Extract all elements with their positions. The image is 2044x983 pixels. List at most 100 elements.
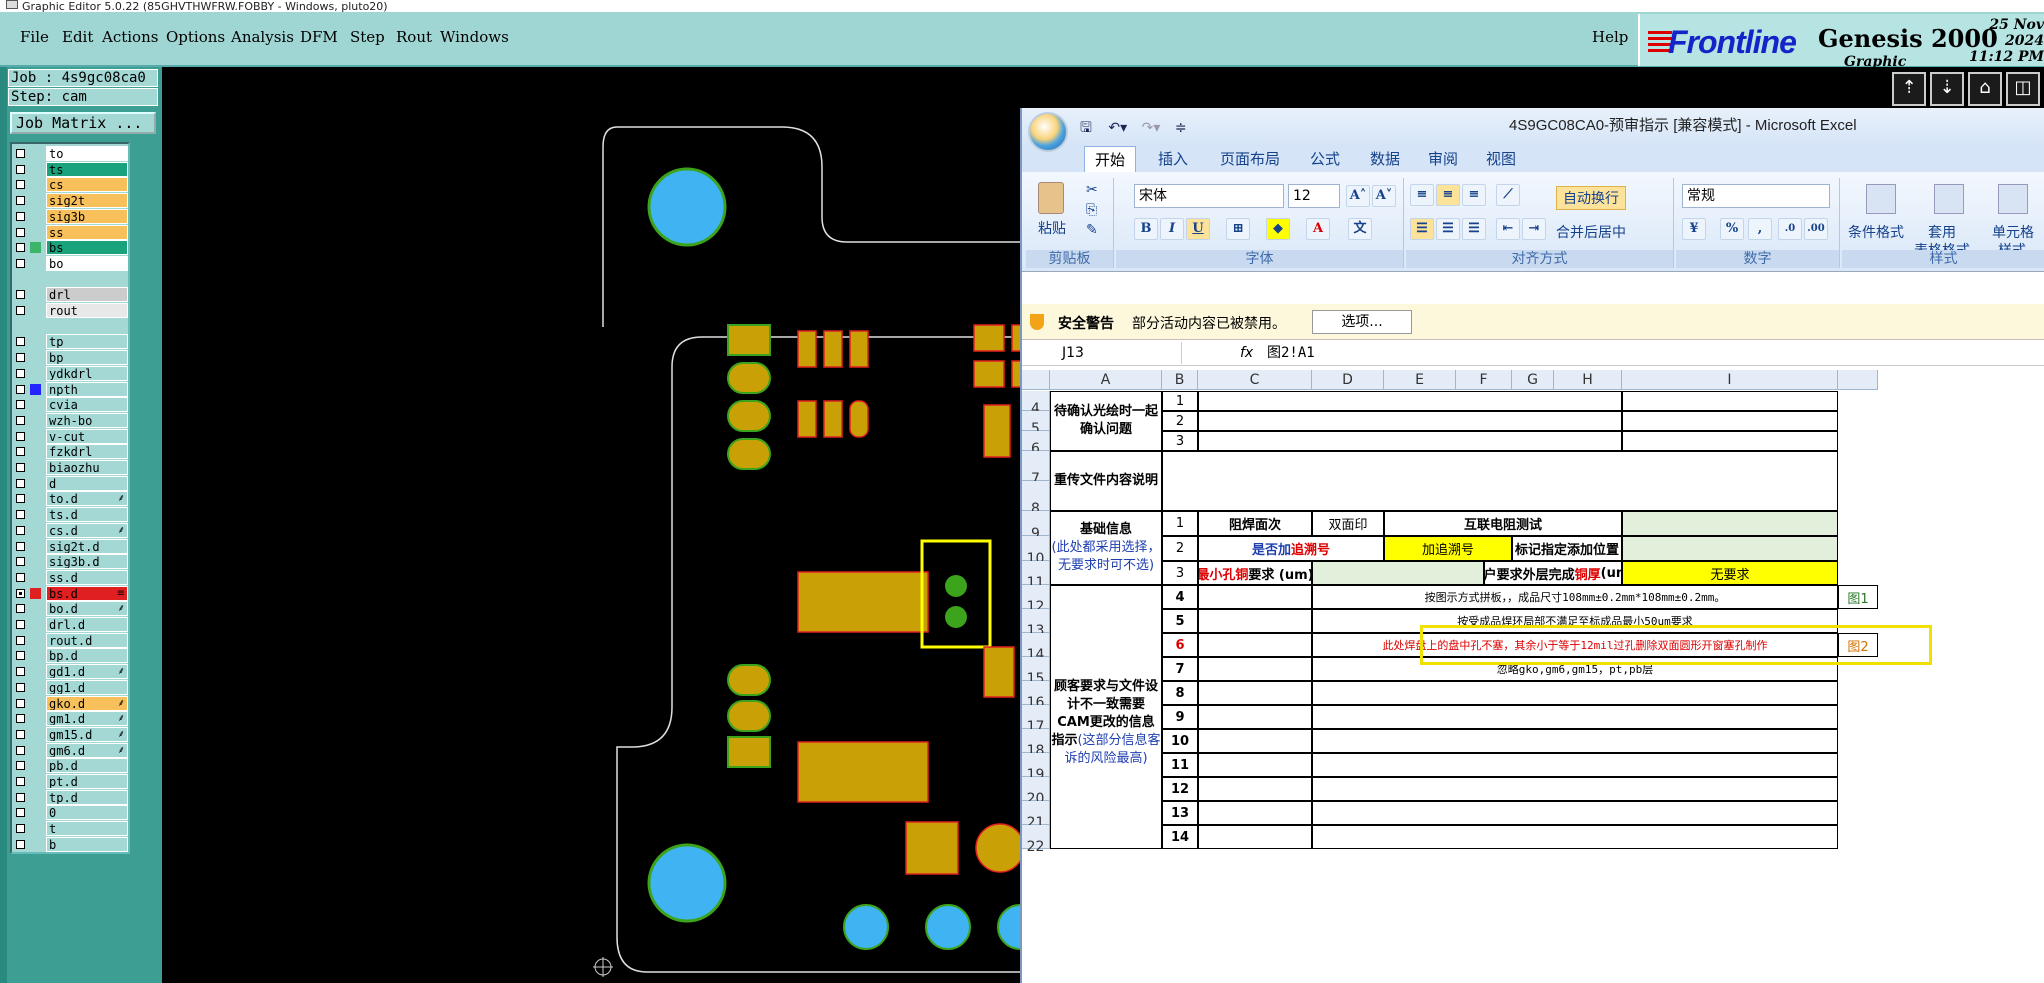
menu-options[interactable]: Options	[166, 28, 225, 46]
cell-style-line1[interactable]: 单元格	[1992, 222, 2034, 242]
layer-checkbox[interactable]	[16, 447, 25, 457]
tab-view[interactable]: 视图	[1476, 146, 1526, 172]
comma-icon[interactable]: ,	[1748, 218, 1772, 240]
impedance-test-value[interactable]	[1622, 511, 1838, 536]
layer-checkbox[interactable]	[16, 729, 25, 739]
redo-icon[interactable]: ↷▾	[1142, 120, 1161, 136]
layer-name[interactable]: sig3b.d	[46, 554, 128, 570]
align-left-icon[interactable]: ☰	[1410, 218, 1434, 240]
solder-side-value[interactable]: 双面印	[1312, 511, 1384, 536]
layer-checkbox[interactable]	[16, 243, 25, 253]
font-size-select[interactable]: 12	[1288, 184, 1340, 208]
layer-checkbox[interactable]	[16, 290, 25, 300]
layer-row[interactable]: cs	[14, 177, 129, 193]
grow-font-icon[interactable]: A˄	[1346, 185, 1370, 207]
layer-checkbox[interactable]	[16, 604, 25, 614]
layer-row[interactable]: cvia	[14, 397, 129, 413]
menu-actions[interactable]: Actions	[102, 28, 158, 46]
layer-name[interactable]: bp.d	[46, 648, 128, 664]
row-header[interactable]: 8	[1022, 481, 1050, 517]
bold-button[interactable]: B	[1134, 218, 1158, 240]
column-header-B[interactable]: B	[1162, 370, 1198, 390]
layer-row[interactable]: gm15.d ⸙	[14, 726, 129, 742]
row-header[interactable]: 15	[1022, 657, 1050, 687]
row-header[interactable]: 18	[1022, 729, 1050, 759]
column-header-J[interactable]	[1838, 370, 1878, 390]
layer-name[interactable]: ss	[46, 224, 128, 240]
layer-row[interactable]: 0	[14, 805, 129, 821]
menu-analysis[interactable]: Analysis	[231, 28, 294, 46]
layer-row[interactable]: to	[14, 146, 129, 161]
layer-row[interactable]: sig3b	[14, 208, 129, 224]
layer-name[interactable]: ts.d	[46, 507, 128, 523]
confirm-cell[interactable]	[1198, 391, 1622, 411]
fill-color-icon[interactable]: ◆	[1266, 218, 1290, 240]
layer-checkbox[interactable]	[16, 227, 25, 237]
layer-row[interactable]: bp	[14, 350, 129, 366]
layer-name[interactable]: d	[46, 475, 128, 491]
column-header-E[interactable]: E	[1384, 370, 1456, 390]
row-header[interactable]: 19	[1022, 753, 1050, 783]
layer-name[interactable]: cvia	[46, 397, 128, 413]
align-right-icon[interactable]: ☰	[1462, 218, 1486, 240]
layer-checkbox[interactable]	[16, 384, 25, 394]
layer-name[interactable]: to	[46, 146, 128, 161]
menu-step[interactable]: Step	[350, 28, 385, 46]
orientation-icon[interactable]: ⟋	[1496, 184, 1520, 206]
layer-row[interactable]: ss	[14, 224, 129, 240]
confirm-cell[interactable]	[1198, 431, 1622, 451]
import-icon[interactable]: ⇣	[1930, 72, 1964, 106]
row-header[interactable]: 10	[1022, 536, 1050, 567]
increase-decimal-icon[interactable]: .0	[1778, 218, 1802, 240]
layer-checkbox[interactable]	[16, 353, 25, 363]
layer-row[interactable]: ts	[14, 161, 129, 177]
indent-increase-icon[interactable]: ⇥	[1522, 218, 1546, 240]
layer-checkbox[interactable]	[16, 258, 25, 268]
job-matrix-button[interactable]: Job Matrix ...	[10, 112, 156, 134]
instruction-cell[interactable]	[1312, 825, 1838, 849]
align-middle-icon[interactable]: ≡	[1436, 184, 1460, 206]
row-header[interactable]: 12	[1022, 585, 1050, 615]
layer-row[interactable]: bs	[14, 240, 129, 256]
layer-checkbox[interactable]	[16, 541, 25, 551]
layer-name[interactable]: 0	[46, 805, 128, 821]
layer-row[interactable]: to.d ⸙	[14, 491, 129, 507]
row-header[interactable]: 14	[1022, 633, 1050, 663]
layer-name[interactable]: b	[46, 836, 128, 852]
name-box[interactable]: J13	[1022, 342, 1182, 364]
layer-name[interactable]: biaozhu	[46, 460, 128, 475]
layer-name[interactable]: ts	[46, 161, 128, 177]
layer-checkbox[interactable]	[16, 651, 25, 661]
confirm-cell-i[interactable]	[1622, 411, 1838, 431]
layer-checkbox[interactable]	[16, 400, 25, 410]
layer-row[interactable]: gd1.d ⸙	[14, 664, 129, 680]
layer-checkbox[interactable]	[16, 777, 25, 786]
align-top-icon[interactable]: ≡	[1410, 184, 1434, 206]
layer-checkbox[interactable]	[16, 557, 25, 567]
layer-checkbox[interactable]	[16, 431, 25, 441]
layer-name[interactable]: gm1.d ⸙	[46, 711, 128, 727]
menu-file[interactable]: File	[20, 28, 49, 46]
layer-checkbox[interactable]	[16, 682, 25, 692]
paste-icon[interactable]	[1038, 182, 1064, 214]
layer-name[interactable]: gg1.d	[46, 679, 128, 695]
layer-checkbox[interactable]	[16, 196, 25, 206]
layer-row[interactable]: ts.d	[14, 507, 129, 523]
row-header[interactable]: 20	[1022, 777, 1050, 807]
outer-copper-value[interactable]: 无要求	[1622, 561, 1838, 585]
item-blank-cell[interactable]	[1198, 657, 1312, 681]
layer-name[interactable]: bs	[46, 240, 128, 256]
undo-icon[interactable]: ↶▾	[1108, 120, 1127, 136]
layer-name[interactable]: rout.d	[46, 632, 128, 648]
layer-name[interactable]: t	[46, 821, 128, 837]
confirm-cell-i[interactable]	[1622, 431, 1838, 451]
cut-icon[interactable]: ✂	[1086, 182, 1098, 198]
layer-name[interactable]: drl	[46, 287, 128, 303]
layer-row[interactable]: d	[14, 475, 129, 491]
resend-content-cell[interactable]	[1162, 451, 1838, 511]
layer-name[interactable]: bs.d ≡	[46, 585, 128, 601]
row-header[interactable]: 16	[1022, 681, 1050, 711]
layer-checkbox[interactable]	[16, 824, 25, 834]
export-icon[interactable]: ⇡	[1892, 72, 1926, 106]
layer-row[interactable]: wzh-bo	[14, 412, 129, 428]
